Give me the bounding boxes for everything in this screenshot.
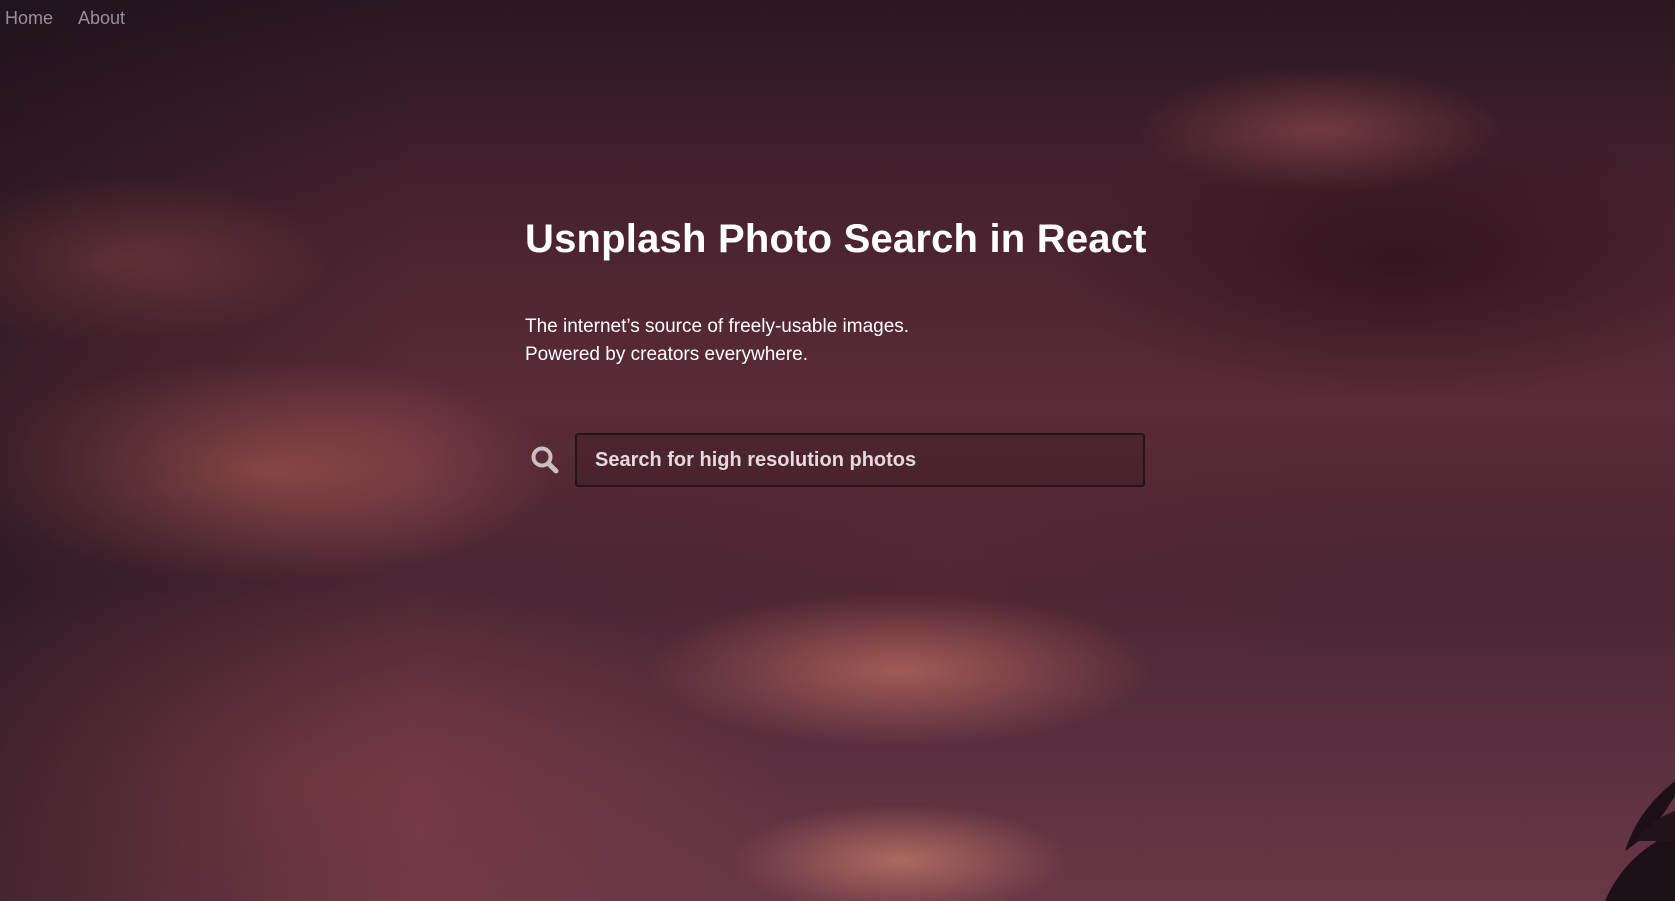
hero-content: Usnplash Photo Search in React The inter… xyxy=(525,215,1165,487)
nav-about-link[interactable]: About xyxy=(78,8,125,29)
search-form xyxy=(525,433,1165,487)
palm-leaf-silhouette xyxy=(1605,781,1675,901)
hero-background: Home About Usnplash Photo Search in Reac… xyxy=(0,0,1675,901)
subtitle-line-1: The internet’s source of freely-usable i… xyxy=(525,316,910,337)
nav-home-link[interactable]: Home xyxy=(5,8,53,29)
page-subtitle: The internet’s source of freely-usable i… xyxy=(525,313,1165,369)
top-nav: Home About xyxy=(5,8,125,29)
search-icon[interactable] xyxy=(525,440,565,480)
subtitle-line-2: Powered by creators everywhere. xyxy=(525,344,809,365)
search-input[interactable] xyxy=(575,433,1145,487)
page-title: Usnplash Photo Search in React xyxy=(525,217,1147,261)
